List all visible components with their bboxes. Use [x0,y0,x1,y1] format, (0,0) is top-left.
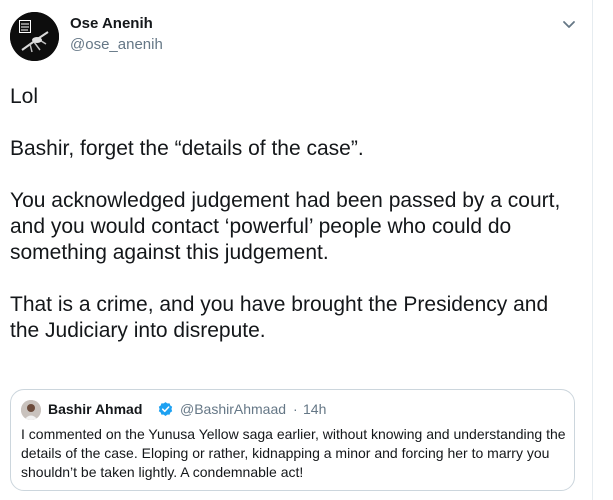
avatar-photo-icon [21,400,41,420]
tweet-menu-button[interactable] [559,14,579,34]
tweet-paragraph: Lol [10,85,39,108]
tweet-body: Lol Bashir, forget the “details of the c… [10,84,580,370]
verified-badge-icon [157,401,174,418]
author-handle[interactable]: @ose_anenih [70,36,163,53]
avatar-photo-icon [10,12,59,61]
tweet-card: Ose Anenih @ose_anenih Lol Bashir, forge… [0,0,593,500]
author-name[interactable]: Ose Anenih [70,15,153,32]
tweet-paragraph: Bashir, forget the “details of the case”… [10,137,364,160]
separator-dot: · [293,401,298,417]
quoted-timestamp: 14h [303,401,327,417]
quoted-author-name: Bashir Ahmad [48,401,143,417]
chevron-down-icon [563,21,575,28]
quoted-author-avatar [21,400,41,420]
tweet-paragraph: That is a crime, and you have brought th… [10,293,549,342]
author-avatar[interactable] [10,12,59,61]
quoted-tweet-text: I commented on the Yunusa Yellow saga ea… [21,426,566,480]
tweet-paragraph: You acknowledged judgement had been pass… [10,189,561,264]
quoted-tweet[interactable]: Bashir Ahmad @BashirAhmaad · 14h I comme… [10,389,575,491]
quoted-author-handle: @BashirAhmaad [180,401,287,417]
